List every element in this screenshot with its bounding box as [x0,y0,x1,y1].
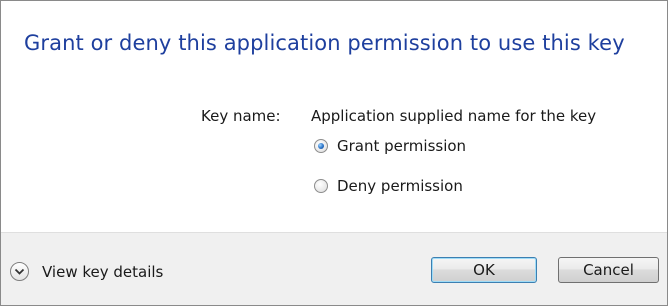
ok-button[interactable]: OK [431,257,537,283]
grant-permission-radio[interactable] [314,139,328,153]
grant-permission-option[interactable]: Grant permission [314,137,466,155]
dialog-footer: View key details OK Cancel [1,232,667,305]
deny-permission-label[interactable]: Deny permission [337,177,463,195]
radio-selected-dot [318,143,324,149]
deny-permission-option[interactable]: Deny permission [314,177,463,195]
view-key-details-label[interactable]: View key details [42,263,163,281]
cancel-button[interactable]: Cancel [558,257,659,283]
key-name-label: Key name: [201,107,281,125]
dialog-title: Grant or deny this application permissio… [24,31,625,55]
chevron-down-icon[interactable] [10,262,29,281]
deny-permission-radio[interactable] [314,179,328,193]
view-key-details-toggle[interactable]: View key details [10,262,163,281]
dialog-content: Grant or deny this application permissio… [1,1,667,232]
grant-permission-label[interactable]: Grant permission [337,137,466,155]
key-name-value: Application supplied name for the key [311,107,597,125]
permission-dialog: Grant or deny this application permissio… [0,0,668,306]
